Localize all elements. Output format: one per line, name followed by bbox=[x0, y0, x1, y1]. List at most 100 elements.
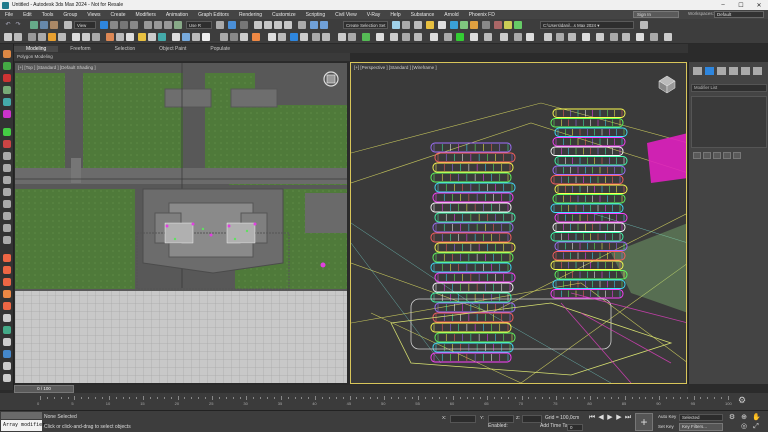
modifier-list-dropdown[interactable]: Modifier List bbox=[691, 84, 767, 92]
rendered-frame-window-icon[interactable] bbox=[460, 21, 468, 29]
menu-graph-editors[interactable]: Graph Editors bbox=[193, 12, 234, 18]
angle-snap-icon[interactable] bbox=[264, 21, 272, 29]
perspective-viewport[interactable]: [+] [Perspective ] [Standard ] [Wirefram… bbox=[350, 62, 687, 384]
zoom-extents-icon[interactable]: ⊕ bbox=[740, 414, 748, 422]
tool-extra2-icon[interactable] bbox=[650, 33, 658, 41]
tool-modify-icon[interactable] bbox=[3, 62, 11, 70]
tool-display-icon[interactable] bbox=[3, 98, 11, 106]
set-key-button[interactable]: Set Key bbox=[658, 424, 674, 429]
maxscript-mini-listener[interactable]: Array modifier bbox=[1, 420, 45, 431]
rectangular-selection-icon[interactable] bbox=[120, 21, 128, 29]
snaps-toggle-icon[interactable] bbox=[254, 21, 262, 29]
project-folder-icon[interactable] bbox=[640, 21, 648, 29]
tool-grey8-icon[interactable] bbox=[3, 236, 11, 244]
tool-utilities-icon[interactable] bbox=[3, 110, 11, 118]
tool-systems-icon[interactable] bbox=[92, 33, 100, 41]
tool-cylinder-icon[interactable] bbox=[38, 33, 46, 41]
tool-xyz-icon[interactable] bbox=[3, 362, 11, 370]
tool-spacewarp-icon[interactable] bbox=[82, 33, 90, 41]
place-icon[interactable] bbox=[174, 21, 182, 29]
top-viewport[interactable]: [+] [Top ] [Standard ] [Default Shading … bbox=[14, 62, 348, 384]
menu-civil-view[interactable]: Civil View bbox=[330, 12, 362, 18]
make-unique-button[interactable] bbox=[713, 152, 721, 159]
render-setup-icon[interactable] bbox=[450, 21, 458, 29]
tool-frame-icon[interactable] bbox=[402, 33, 410, 41]
tool-select-icon[interactable] bbox=[290, 33, 298, 41]
tool-scene-converter-icon[interactable] bbox=[622, 33, 630, 41]
current-frame-field[interactable]: 0 bbox=[567, 424, 583, 431]
tool-mask-icon[interactable] bbox=[390, 33, 398, 41]
tool-cloud-icon[interactable] bbox=[202, 33, 210, 41]
tool-filter-icon[interactable] bbox=[514, 33, 522, 41]
layer-explorer-icon[interactable] bbox=[402, 21, 410, 29]
tool-helper-icon[interactable] bbox=[72, 33, 80, 41]
hierarchy-tab-icon[interactable] bbox=[717, 67, 726, 75]
menu-animation[interactable]: Animation bbox=[161, 12, 193, 18]
tool-grey2-icon[interactable] bbox=[3, 164, 11, 172]
track-bar-settings-icon[interactable]: ⚙ bbox=[738, 396, 748, 406]
material-editor-icon[interactable] bbox=[438, 21, 446, 29]
tool-grey1-icon[interactable] bbox=[3, 152, 11, 160]
select-by-name-icon[interactable] bbox=[110, 21, 118, 29]
tool-teapot-icon[interactable] bbox=[4, 33, 12, 41]
y-coordinate-field[interactable] bbox=[488, 415, 514, 423]
undo-icon[interactable]: ↶ bbox=[4, 21, 12, 29]
tool-chaos-icon[interactable] bbox=[582, 33, 590, 41]
menu-customize[interactable]: Customize bbox=[267, 12, 301, 18]
vray-light-icon[interactable] bbox=[504, 21, 512, 29]
tool-layers-icon[interactable] bbox=[220, 33, 228, 41]
next-frame-icon[interactable]: ▶ bbox=[615, 414, 623, 422]
tool-sphere-icon[interactable] bbox=[28, 33, 36, 41]
tool-object-icon[interactable] bbox=[300, 33, 308, 41]
tool-isolate-icon[interactable] bbox=[230, 33, 238, 41]
menu-phoenix-fd[interactable]: Phoenix FD bbox=[464, 12, 500, 18]
menu-vray[interactable]: V-Ray bbox=[362, 12, 386, 18]
tool-fire2-icon[interactable] bbox=[3, 266, 11, 274]
tool-light-icon[interactable] bbox=[48, 33, 56, 41]
polygon-modeling-panel[interactable]: Polygon Modeling bbox=[14, 53, 350, 61]
tool-proxy-icon[interactable] bbox=[322, 33, 330, 41]
menu-rendering[interactable]: Rendering bbox=[234, 12, 267, 18]
select-scale-icon[interactable] bbox=[164, 21, 172, 29]
edit-named-selection-icon[interactable] bbox=[298, 21, 306, 29]
keyboard-shortcut-override-icon[interactable] bbox=[240, 21, 248, 29]
render-production-icon[interactable] bbox=[470, 21, 478, 29]
tool-camera-icon[interactable] bbox=[58, 33, 66, 41]
remove-modifier-button[interactable] bbox=[723, 152, 731, 159]
menu-scripting[interactable]: Scripting bbox=[301, 12, 330, 18]
tool-fire-icon[interactable] bbox=[106, 33, 114, 41]
tool-box-icon[interactable] bbox=[14, 33, 22, 41]
selection-filter-icon[interactable] bbox=[64, 21, 72, 29]
project-folder-dropdown[interactable]: C:\Users\dani\...s Max 2024 ▾ bbox=[540, 21, 634, 29]
tool-lens-icon[interactable] bbox=[414, 33, 422, 41]
x-coordinate-field[interactable] bbox=[450, 415, 476, 423]
tab-populate[interactable]: Populate bbox=[198, 46, 242, 52]
tool-mesh-icon[interactable] bbox=[126, 33, 134, 41]
selection-filter-dropdown[interactable]: View bbox=[74, 21, 96, 29]
pan-view-icon[interactable]: ✋ bbox=[752, 414, 761, 422]
workspace-dropdown[interactable]: Default bbox=[714, 11, 764, 18]
menu-views[interactable]: Views bbox=[82, 12, 105, 18]
go-to-end-icon[interactable]: ⏭ bbox=[624, 414, 632, 422]
tool-grey5-icon[interactable] bbox=[3, 200, 11, 208]
scene-explorer-icon[interactable] bbox=[392, 21, 400, 29]
motion-tab-icon[interactable] bbox=[729, 67, 738, 75]
time-slider-track[interactable] bbox=[14, 385, 688, 393]
tool-sphere-gizmo-icon[interactable] bbox=[312, 33, 320, 41]
time-slider[interactable]: 0 / 100 bbox=[14, 385, 74, 393]
modifier-stack[interactable] bbox=[691, 96, 767, 148]
minimize-button[interactable]: – bbox=[714, 0, 732, 10]
tool-red-dot-icon[interactable] bbox=[3, 140, 11, 148]
tool-bulb-icon[interactable] bbox=[430, 33, 438, 41]
configure-modifier-sets-button[interactable] bbox=[733, 152, 741, 159]
tool-grid-icon[interactable] bbox=[268, 33, 276, 41]
tool-gear-green-icon[interactable] bbox=[362, 33, 370, 41]
tool-fire3-icon[interactable] bbox=[3, 278, 11, 286]
tool-grey4-icon[interactable] bbox=[3, 188, 11, 196]
time-config-icon[interactable]: ⚙ bbox=[728, 414, 736, 422]
go-to-start-icon[interactable]: ⏮ bbox=[588, 414, 596, 422]
tool-grey3-icon[interactable] bbox=[3, 176, 11, 184]
select-object-icon[interactable] bbox=[100, 21, 108, 29]
show-end-result-button[interactable] bbox=[703, 152, 711, 159]
tool-hdri-icon[interactable] bbox=[568, 33, 576, 41]
